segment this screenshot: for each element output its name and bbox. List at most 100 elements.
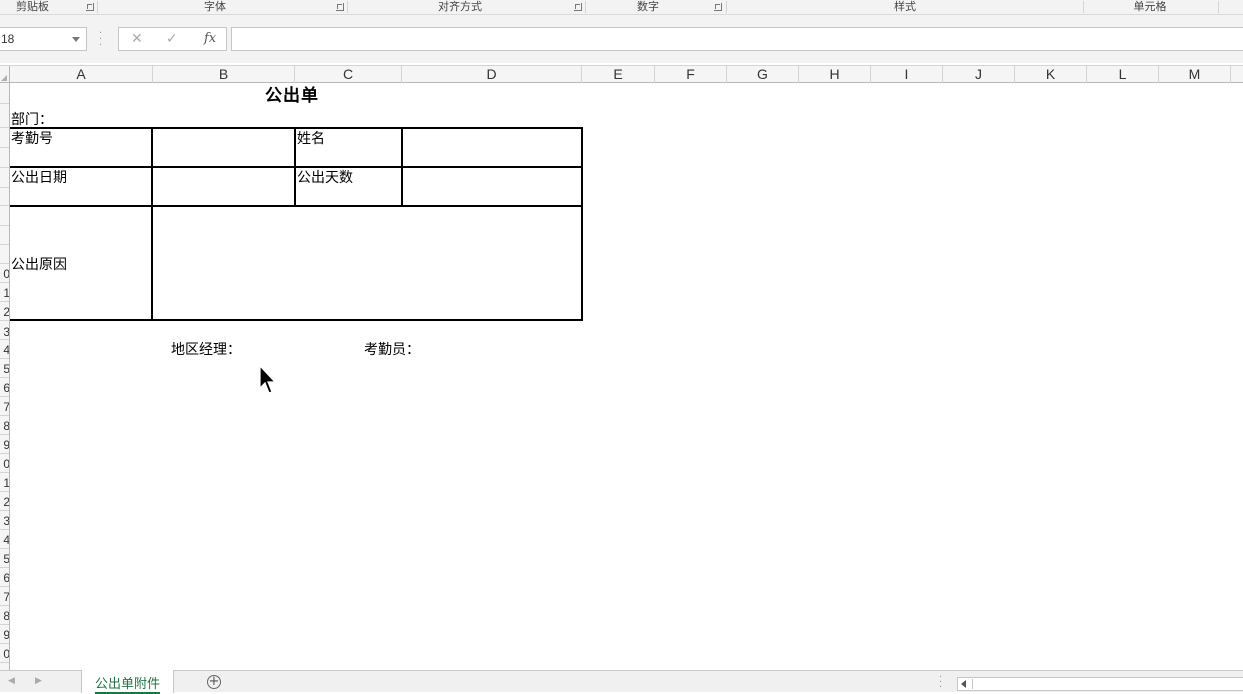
row-number[interactable]: 3 (0, 326, 9, 338)
row-number[interactable]: 2 (0, 496, 9, 508)
form-title: 公出单 (265, 86, 319, 106)
chevron-down-icon[interactable] (72, 37, 80, 42)
ribbon-group-styles: 样式 (894, 0, 916, 13)
out-reason-label: 公出原因 (11, 257, 67, 273)
row-divider (0, 529, 9, 530)
column-header-j[interactable]: J (943, 66, 1015, 83)
column-header-k[interactable]: K (1015, 66, 1087, 83)
column-header-g[interactable]: G (727, 66, 799, 83)
ribbon-group-number: 数字 (637, 0, 659, 13)
clipboard-launcher-icon[interactable] (86, 3, 94, 11)
scroll-tabs-left-icon[interactable]: ◀ (8, 676, 15, 686)
column-header-e[interactable]: E (582, 66, 655, 83)
row-number[interactable]: 5 (0, 363, 9, 375)
column-header-a[interactable]: A (10, 66, 153, 83)
table-border (10, 205, 583, 207)
scroll-tabs-right-icon[interactable]: ▶ (35, 676, 42, 686)
ribbon-group-clipboard: 剪贴板 (16, 0, 49, 13)
row-number[interactable]: 7 (0, 401, 9, 413)
select-all-icon (1, 75, 7, 81)
row-number[interactable]: 9 (0, 629, 9, 641)
font-launcher-icon[interactable] (336, 3, 344, 11)
row-number[interactable]: 6 (0, 382, 9, 394)
row-divider (0, 282, 9, 283)
name-box[interactable]: 18 (0, 27, 87, 51)
column-header-d[interactable]: D (402, 66, 582, 83)
ribbon-separator (1083, 1, 1084, 13)
row-header-bar: 0 1 2 3 4 5 6 7 8 9 0 1 2 3 4 5 6 7 8 9 … (0, 83, 10, 670)
table-border (401, 127, 403, 207)
row-number[interactable]: 0 (0, 458, 9, 470)
row-divider (0, 453, 9, 454)
arrow-cursor-icon (259, 364, 277, 399)
row-number[interactable]: 9 (0, 439, 9, 451)
horizontal-scrollbar[interactable] (957, 677, 1243, 691)
row-divider (0, 491, 9, 492)
scrollbar-thumb[interactable] (972, 679, 1243, 689)
row-divider (0, 147, 9, 148)
row-number[interactable]: 7 (0, 591, 9, 603)
name-box-value: 18 (1, 32, 15, 46)
splitter-dots-icon[interactable]: · · · (939, 673, 942, 693)
alignment-launcher-icon[interactable] (574, 3, 582, 11)
row-divider (0, 377, 9, 378)
formula-input[interactable] (231, 27, 1243, 51)
row-divider (0, 605, 9, 606)
column-header-c[interactable]: C (295, 66, 402, 83)
row-number[interactable]: 5 (0, 553, 9, 565)
row-divider (0, 167, 9, 168)
cancel-icon[interactable]: ✕ (131, 31, 143, 47)
column-header-h[interactable]: H (799, 66, 871, 83)
sheet-tab-bar: ◀ ▶ 公出单附件 + · · · (0, 670, 1243, 694)
ribbon-group-alignment: 对齐方式 (438, 0, 482, 13)
row-divider (0, 187, 9, 188)
ribbon-separator (585, 1, 586, 13)
row-number[interactable]: 0 (0, 268, 9, 280)
insert-function-icon[interactable]: fx (204, 31, 216, 46)
sheet-tab-active[interactable]: 公出单附件 (81, 670, 174, 694)
row-number[interactable]: 8 (0, 610, 9, 622)
column-header-l[interactable]: L (1087, 66, 1159, 83)
row-divider (0, 415, 9, 416)
number-launcher-icon[interactable] (714, 3, 722, 11)
name-label: 姓名 (297, 131, 325, 147)
row-divider (0, 339, 9, 340)
row-divider (0, 358, 9, 359)
row-number[interactable]: 8 (0, 420, 9, 432)
row-number[interactable]: 6 (0, 572, 9, 584)
more-dots-icon: · · · (99, 28, 103, 51)
row-divider (0, 662, 9, 663)
row-divider (0, 434, 9, 435)
row-number[interactable]: 1 (0, 477, 9, 489)
enter-icon[interactable]: ✓ (166, 31, 178, 47)
column-header-m[interactable]: M (1159, 66, 1231, 83)
row-number[interactable]: 3 (0, 515, 9, 527)
out-days-label: 公出天数 (297, 170, 353, 186)
ribbon-separator (1218, 1, 1219, 13)
row-divider (0, 548, 9, 549)
column-header-b[interactable]: B (153, 66, 295, 83)
regional-manager-label: 地区经理： (171, 342, 241, 358)
row-number[interactable]: 2 (0, 306, 9, 318)
row-divider (0, 624, 9, 625)
scroll-left-icon[interactable] (961, 680, 966, 688)
plus-circle-icon[interactable]: + (207, 675, 221, 689)
row-divider (0, 567, 9, 568)
column-header-bar: A B C D E F G H I J K L M (0, 65, 1243, 83)
column-header-i[interactable]: I (871, 66, 943, 83)
row-number[interactable]: 1 (0, 287, 9, 299)
row-number[interactable]: 4 (0, 344, 9, 356)
table-border (581, 127, 583, 321)
row-divider (0, 510, 9, 511)
row-divider (0, 127, 9, 128)
row-number[interactable]: 0 (0, 648, 9, 660)
table-border (10, 127, 583, 129)
row-number[interactable]: 4 (0, 534, 9, 546)
worksheet-grid[interactable]: 公出单 部门： 考勤号 姓名 公出日期 公出天数 公出原因 地区经理： 考勤员： (10, 83, 1243, 670)
ribbon-separator (347, 1, 348, 13)
row-divider (0, 225, 9, 226)
column-header-f[interactable]: F (655, 66, 727, 83)
row-divider (0, 301, 9, 302)
row-divider (0, 205, 9, 206)
select-all-corner[interactable] (0, 66, 10, 83)
